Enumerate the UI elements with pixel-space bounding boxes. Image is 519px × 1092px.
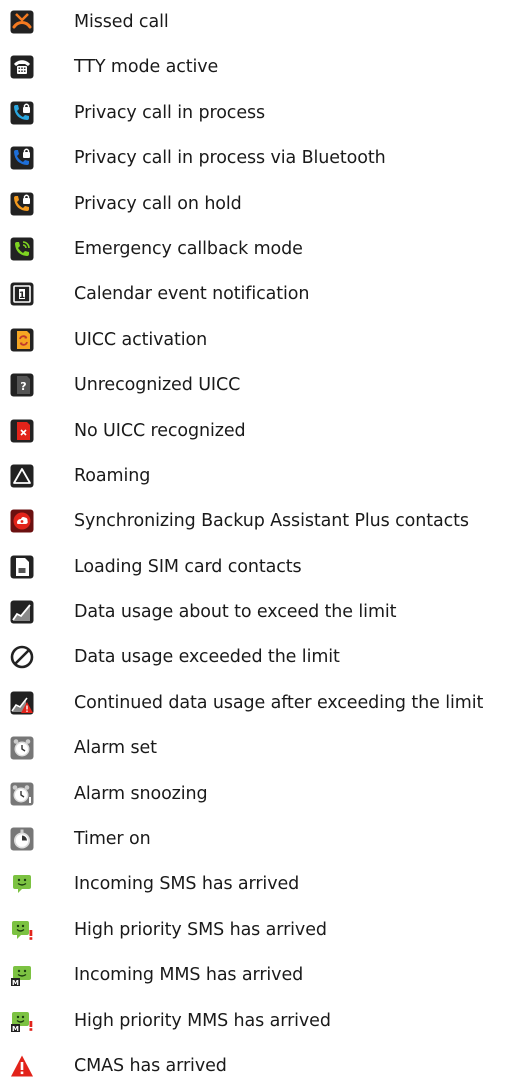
calendar-event-icon: 1 <box>10 282 34 306</box>
privacy-call-hold-icon <box>10 192 34 216</box>
svg-text:1: 1 <box>19 291 25 301</box>
no-uicc-icon <box>10 419 34 443</box>
status-icon-list: Missed call TTY mode active Privacy call… <box>0 3 519 1092</box>
list-item: CMAS has arrived <box>0 1047 519 1092</box>
item-label: Timer on <box>74 829 151 850</box>
unrecognized-uicc-icon: ? <box>10 373 34 397</box>
list-item: Data usage about to exceed the limit <box>0 593 519 638</box>
svg-text:?: ? <box>20 380 26 393</box>
list-item: UICC activation <box>0 321 519 366</box>
list-item: Privacy call on hold <box>0 185 519 230</box>
roaming-icon <box>10 464 34 488</box>
list-item: Emergency callback mode <box>0 230 519 275</box>
list-item: Privacy call in process via Bluetooth <box>0 139 519 184</box>
list-item: Data usage exceeded the limit <box>0 638 519 683</box>
backup-assistant-sync-icon <box>10 509 34 533</box>
item-label: Emergency callback mode <box>74 238 303 259</box>
item-label: Privacy call in process via Bluetooth <box>74 148 386 169</box>
mms-icon: M <box>10 963 34 987</box>
item-label: Incoming MMS has arrived <box>74 965 304 986</box>
privacy-call-icon <box>10 101 34 125</box>
mms-priority-icon: M <box>10 1009 34 1033</box>
data-limit-exceeded-icon <box>10 645 34 669</box>
list-item: Loading SIM card contacts <box>0 548 519 593</box>
list-item: ? Unrecognized UICC <box>0 366 519 411</box>
sms-icon <box>10 872 34 896</box>
item-label: Data usage exceeded the limit <box>74 647 340 668</box>
emergency-callback-icon <box>10 237 34 261</box>
item-label: Synchronizing Backup Assistant Plus cont… <box>74 511 469 532</box>
svg-text:M: M <box>12 1025 19 1033</box>
item-label: TTY mode active <box>74 57 219 78</box>
item-label: High priority MMS has arrived <box>74 1010 331 1031</box>
item-label: Calendar event notification <box>74 284 310 305</box>
sim-contacts-icon <box>10 555 34 579</box>
item-label: Alarm snoozing <box>74 783 208 804</box>
data-usage-warning-icon <box>10 600 34 624</box>
item-label: Incoming SMS has arrived <box>74 874 300 895</box>
sms-priority-icon <box>10 918 34 942</box>
item-label: Privacy call on hold <box>74 193 242 214</box>
item-label: No UICC recognized <box>74 420 246 441</box>
list-item: 1 Calendar event notification <box>0 275 519 320</box>
item-label: Continued data usage after exceeding the… <box>74 692 484 713</box>
alarm-snooze-icon <box>10 782 34 806</box>
list-item: Timer on <box>0 820 519 865</box>
list-item: M High priority MMS has arrived <box>0 1002 519 1047</box>
list-item: Privacy call in process <box>0 94 519 139</box>
privacy-call-bluetooth-icon <box>10 146 34 170</box>
list-item: Continued data usage after exceeding the… <box>0 684 519 729</box>
missed-call-icon <box>10 10 34 34</box>
item-label: High priority SMS has arrived <box>74 919 327 940</box>
list-item: M Incoming MMS has arrived <box>0 956 519 1001</box>
alarm-set-icon <box>10 736 34 760</box>
item-label: UICC activation <box>74 329 208 350</box>
item-label: Missed call <box>74 12 169 32</box>
list-item: No UICC recognized <box>0 412 519 457</box>
item-label: Loading SIM card contacts <box>74 556 302 577</box>
list-item: Synchronizing Backup Assistant Plus cont… <box>0 502 519 547</box>
cmas-alert-icon <box>10 1054 34 1078</box>
timer-icon <box>10 827 34 851</box>
svg-text:M: M <box>12 979 19 987</box>
item-label: Roaming <box>74 465 151 486</box>
item-label: CMAS has arrived <box>74 1055 227 1076</box>
list-item: Roaming <box>0 457 519 502</box>
item-label: Alarm set <box>74 738 157 759</box>
list-item: TTY mode active <box>0 48 519 93</box>
tty-mode-icon <box>10 55 34 79</box>
list-item: Alarm set <box>0 729 519 774</box>
item-label: Privacy call in process <box>74 102 266 123</box>
uicc-activation-icon <box>10 328 34 352</box>
item-label: Data usage about to exceed the limit <box>74 602 397 623</box>
list-item: Alarm snoozing <box>0 775 519 820</box>
item-label: Unrecognized UICC <box>74 375 241 396</box>
list-item: High priority SMS has arrived <box>0 911 519 956</box>
list-item: Missed call <box>0 3 519 48</box>
list-item: Incoming SMS has arrived <box>0 865 519 910</box>
data-usage-continued-icon <box>10 691 34 715</box>
